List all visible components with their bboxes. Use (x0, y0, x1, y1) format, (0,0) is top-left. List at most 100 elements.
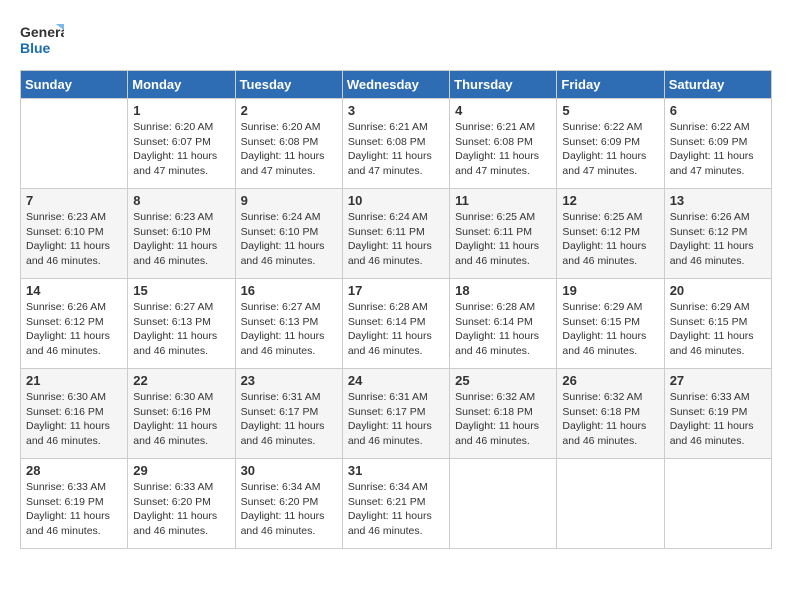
day-number: 15 (133, 283, 229, 298)
day-info: Sunrise: 6:29 AMSunset: 6:15 PMDaylight:… (670, 300, 766, 359)
day-number: 25 (455, 373, 551, 388)
day-info: Sunrise: 6:21 AMSunset: 6:08 PMDaylight:… (348, 120, 444, 179)
day-info: Sunrise: 6:26 AMSunset: 6:12 PMDaylight:… (670, 210, 766, 269)
weekday-header-sunday: Sunday (21, 71, 128, 99)
day-info: Sunrise: 6:20 AMSunset: 6:08 PMDaylight:… (241, 120, 337, 179)
calendar-week-3: 14 Sunrise: 6:26 AMSunset: 6:12 PMDayligh… (21, 279, 772, 369)
calendar-week-1: 1 Sunrise: 6:20 AMSunset: 6:07 PMDaylight… (21, 99, 772, 189)
weekday-header-friday: Friday (557, 71, 664, 99)
calendar-cell: 18Sunrise: 6:28 AMSunset: 6:14 PMDayligh… (450, 279, 557, 369)
day-info: Sunrise: 6:34 AMSunset: 6:21 PMDaylight:… (348, 480, 444, 539)
day-info: Sunrise: 6:25 AMSunset: 6:11 PMDaylight:… (455, 210, 551, 269)
svg-text:Blue: Blue (20, 40, 51, 56)
day-number: 5 (562, 103, 658, 118)
day-number: 18 (455, 283, 551, 298)
day-info: Sunrise: 6:23 AMSunset: 6:10 PMDaylight:… (26, 210, 122, 269)
calendar-cell: 5 Sunrise: 6:22 AMSunset: 6:09 PMDaylight… (557, 99, 664, 189)
calendar-cell: 13 Sunrise: 6:26 AMSunset: 6:12 PMDayligh… (664, 189, 771, 279)
weekday-header-thursday: Thursday (450, 71, 557, 99)
calendar-week-2: 7 Sunrise: 6:23 AMSunset: 6:10 PMDaylight… (21, 189, 772, 279)
day-info: Sunrise: 6:33 AMSunset: 6:19 PMDaylight:… (26, 480, 122, 539)
calendar-cell: 14 Sunrise: 6:26 AMSunset: 6:12 PMDayligh… (21, 279, 128, 369)
calendar-cell: 21 Sunrise: 6:30 AMSunset: 6:16 PMDayligh… (21, 369, 128, 459)
calendar-cell: 2 Sunrise: 6:20 AMSunset: 6:08 PMDaylight… (235, 99, 342, 189)
calendar-cell: 26 Sunrise: 6:32 AMSunset: 6:18 PMDayligh… (557, 369, 664, 459)
calendar-cell: 20 Sunrise: 6:29 AMSunset: 6:15 PMDayligh… (664, 279, 771, 369)
calendar-cell: 8Sunrise: 6:23 AMSunset: 6:10 PMDaylight… (128, 189, 235, 279)
calendar-cell: 29Sunrise: 6:33 AMSunset: 6:20 PMDayligh… (128, 459, 235, 549)
page-header: General Blue (20, 20, 772, 60)
day-info: Sunrise: 6:29 AMSunset: 6:15 PMDaylight:… (562, 300, 658, 359)
day-info: Sunrise: 6:32 AMSunset: 6:18 PMDaylight:… (562, 390, 658, 449)
day-number: 20 (670, 283, 766, 298)
day-info: Sunrise: 6:24 AMSunset: 6:11 PMDaylight:… (348, 210, 444, 269)
calendar-cell: 24 Sunrise: 6:31 AMSunset: 6:17 PMDayligh… (342, 369, 449, 459)
calendar-cell: 9 Sunrise: 6:24 AMSunset: 6:10 PMDaylight… (235, 189, 342, 279)
calendar-cell: 12 Sunrise: 6:25 AMSunset: 6:12 PMDayligh… (557, 189, 664, 279)
calendar-table: SundayMondayTuesdayWednesdayThursdayFrid… (20, 70, 772, 549)
day-number: 4 (455, 103, 551, 118)
day-number: 13 (670, 193, 766, 208)
day-number: 12 (562, 193, 658, 208)
day-number: 29 (133, 463, 229, 478)
day-number: 7 (26, 193, 122, 208)
weekday-header-tuesday: Tuesday (235, 71, 342, 99)
day-number: 26 (562, 373, 658, 388)
day-info: Sunrise: 6:25 AMSunset: 6:12 PMDaylight:… (562, 210, 658, 269)
calendar-cell: 17 Sunrise: 6:28 AMSunset: 6:14 PMDayligh… (342, 279, 449, 369)
day-info: Sunrise: 6:32 AMSunset: 6:18 PMDaylight:… (455, 390, 551, 449)
calendar-cell: 31 Sunrise: 6:34 AMSunset: 6:21 PMDayligh… (342, 459, 449, 549)
day-info: Sunrise: 6:27 AMSunset: 6:13 PMDaylight:… (241, 300, 337, 359)
day-info: Sunrise: 6:28 AMSunset: 6:14 PMDaylight:… (348, 300, 444, 359)
calendar-cell: 16Sunrise: 6:27 AMSunset: 6:13 PMDayligh… (235, 279, 342, 369)
calendar-cell (557, 459, 664, 549)
day-number: 22 (133, 373, 229, 388)
calendar-week-4: 21 Sunrise: 6:30 AMSunset: 6:16 PMDayligh… (21, 369, 772, 459)
calendar-body: 1 Sunrise: 6:20 AMSunset: 6:07 PMDaylight… (21, 99, 772, 549)
weekday-header-monday: Monday (128, 71, 235, 99)
day-number: 30 (241, 463, 337, 478)
day-number: 27 (670, 373, 766, 388)
day-number: 2 (241, 103, 337, 118)
day-info: Sunrise: 6:20 AMSunset: 6:07 PMDaylight:… (133, 120, 229, 179)
day-info: Sunrise: 6:30 AMSunset: 6:16 PMDaylight:… (26, 390, 122, 449)
calendar-cell: 15 Sunrise: 6:27 AMSunset: 6:13 PMDayligh… (128, 279, 235, 369)
calendar-cell: 25 Sunrise: 6:32 AMSunset: 6:18 PMDayligh… (450, 369, 557, 459)
day-number: 11 (455, 193, 551, 208)
day-number: 3 (348, 103, 444, 118)
day-info: Sunrise: 6:31 AMSunset: 6:17 PMDaylight:… (348, 390, 444, 449)
day-number: 23 (241, 373, 337, 388)
day-number: 21 (26, 373, 122, 388)
day-info: Sunrise: 6:22 AMSunset: 6:09 PMDaylight:… (562, 120, 658, 179)
day-number: 6 (670, 103, 766, 118)
day-info: Sunrise: 6:34 AMSunset: 6:20 PMDaylight:… (241, 480, 337, 539)
calendar-cell: 3 Sunrise: 6:21 AMSunset: 6:08 PMDaylight… (342, 99, 449, 189)
day-info: Sunrise: 6:31 AMSunset: 6:17 PMDaylight:… (241, 390, 337, 449)
day-info: Sunrise: 6:27 AMSunset: 6:13 PMDaylight:… (133, 300, 229, 359)
day-number: 10 (348, 193, 444, 208)
calendar-cell: 19Sunrise: 6:29 AMSunset: 6:15 PMDayligh… (557, 279, 664, 369)
svg-text:General: General (20, 24, 64, 40)
logo: General Blue (20, 20, 64, 60)
day-info: Sunrise: 6:24 AMSunset: 6:10 PMDaylight:… (241, 210, 337, 269)
calendar-cell: 28 Sunrise: 6:33 AMSunset: 6:19 PMDayligh… (21, 459, 128, 549)
day-info: Sunrise: 6:26 AMSunset: 6:12 PMDaylight:… (26, 300, 122, 359)
day-number: 9 (241, 193, 337, 208)
logo-container: General Blue (20, 20, 64, 60)
day-info: Sunrise: 6:30 AMSunset: 6:16 PMDaylight:… (133, 390, 229, 449)
day-number: 1 (133, 103, 229, 118)
calendar-cell: 4Sunrise: 6:21 AMSunset: 6:08 PMDaylight… (450, 99, 557, 189)
day-number: 31 (348, 463, 444, 478)
calendar-cell: 10 Sunrise: 6:24 AMSunset: 6:11 PMDayligh… (342, 189, 449, 279)
day-number: 17 (348, 283, 444, 298)
day-number: 14 (26, 283, 122, 298)
calendar-cell: 27Sunrise: 6:33 AMSunset: 6:19 PMDayligh… (664, 369, 771, 459)
day-number: 24 (348, 373, 444, 388)
day-info: Sunrise: 6:22 AMSunset: 6:09 PMDaylight:… (670, 120, 766, 179)
calendar-cell: 22 Sunrise: 6:30 AMSunset: 6:16 PMDayligh… (128, 369, 235, 459)
calendar-cell: 11 Sunrise: 6:25 AMSunset: 6:11 PMDayligh… (450, 189, 557, 279)
calendar-week-5: 28 Sunrise: 6:33 AMSunset: 6:19 PMDayligh… (21, 459, 772, 549)
day-number: 28 (26, 463, 122, 478)
weekday-header-saturday: Saturday (664, 71, 771, 99)
calendar-cell: 23 Sunrise: 6:31 AMSunset: 6:17 PMDayligh… (235, 369, 342, 459)
